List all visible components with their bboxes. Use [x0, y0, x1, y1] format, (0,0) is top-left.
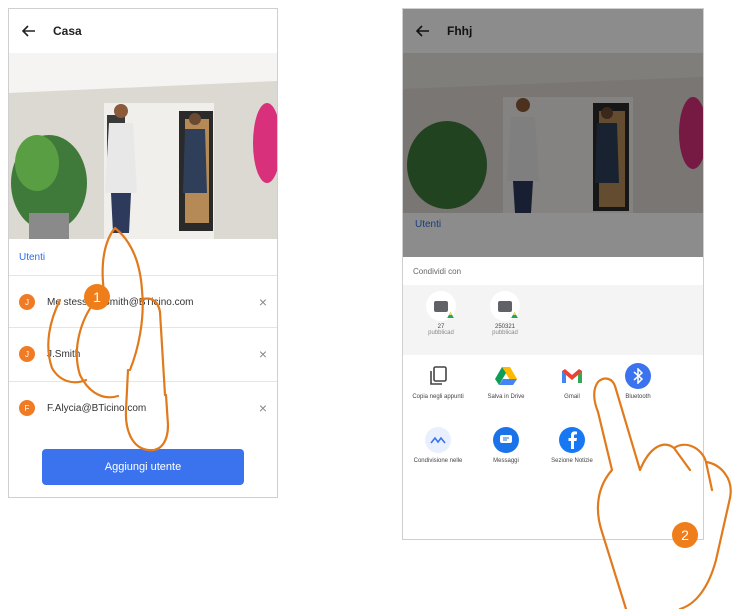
close-icon[interactable]: ×: [259, 346, 267, 362]
share-app-bluetooth[interactable]: Bluetooth: [607, 363, 669, 401]
users-screen: Casa Utenti J Me stesso J.Smith@BTicino.…: [8, 8, 278, 498]
folder-icon: [490, 291, 520, 321]
bluetooth-icon: [625, 363, 651, 389]
user-row[interactable]: F F.Alycia@BTicino.com ×: [9, 381, 277, 434]
facebook-icon: [559, 427, 585, 453]
share-app-nearby[interactable]: Condivisione nelle: [407, 427, 469, 465]
close-icon[interactable]: ×: [259, 294, 267, 310]
drive-icon: [493, 363, 519, 389]
share-app-messages[interactable]: Messaggi: [475, 427, 537, 465]
share-sheet: Condividi con 27 pubblicad 250321 pubbli…: [403, 257, 703, 539]
avatar: J: [19, 346, 35, 362]
share-app-gmail[interactable]: Gmail: [541, 363, 603, 401]
recent-folder[interactable]: 27 pubblicad: [417, 291, 465, 336]
nearby-share-icon: [425, 427, 451, 453]
close-icon[interactable]: ×: [259, 400, 267, 416]
folder-icon: [426, 291, 456, 321]
gmail-icon: [559, 363, 585, 389]
share-app-copy[interactable]: Copia negli appunti: [407, 363, 469, 401]
user-email: Me stesso J.Smith@BTicino.com: [47, 296, 194, 308]
share-app-facebook[interactable]: Sezione Notizie: [541, 427, 603, 465]
messages-icon: [493, 427, 519, 453]
user-email: F.Alycia@BTicino.com: [47, 402, 147, 414]
add-user-button[interactable]: Aggiungi utente: [42, 449, 244, 485]
copy-icon: [425, 363, 451, 389]
share-sheet-title: Condividi con: [413, 267, 462, 276]
step-badge: 1: [84, 284, 110, 310]
recent-folder[interactable]: 250321 pubblicad: [481, 291, 529, 336]
user-email: J.Smith: [47, 348, 81, 360]
app-header: Casa: [9, 9, 277, 53]
user-row[interactable]: J Me stesso J.Smith@BTicino.com ×: [9, 275, 277, 328]
step-badge: 2: [672, 522, 698, 548]
user-row[interactable]: J J.Smith ×: [9, 327, 277, 380]
users-section-label: Utenti: [19, 252, 46, 263]
share-screen: Fhhj Utenti Condividi con 27 pubblicad 2…: [402, 8, 704, 540]
avatar: F: [19, 400, 35, 416]
avatar: J: [19, 294, 35, 310]
page-title: Casa: [53, 24, 82, 38]
share-app-drive[interactable]: Salva in Drive: [475, 363, 537, 401]
modal-overlay[interactable]: [403, 9, 703, 257]
home-photo: [9, 53, 277, 239]
back-arrow-icon[interactable]: [21, 23, 37, 39]
